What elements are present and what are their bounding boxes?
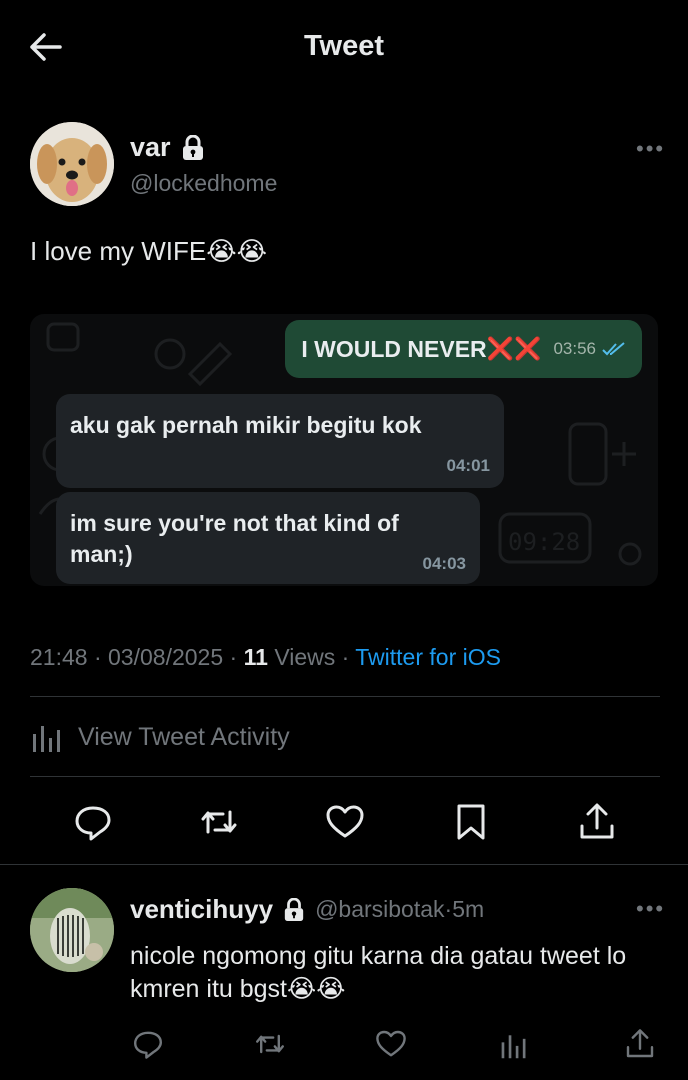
like-icon[interactable] [375, 1028, 407, 1060]
incoming-message-bubble-2: im sure you're not that kind of man;) 04… [56, 492, 480, 584]
reply-icon[interactable] [73, 802, 113, 842]
more-icon[interactable]: ••• [636, 136, 665, 162]
reply-icon[interactable] [132, 1028, 164, 1060]
view-tweet-activity-button[interactable]: View Tweet Activity [30, 722, 290, 752]
tweet-text: I love my WIFE😭😭 [30, 236, 267, 266]
reply-author-avatar[interactable] [30, 888, 114, 972]
tweet-source-link[interactable]: Twitter for iOS [355, 644, 501, 670]
reply-header: venticihuyy @barsibotak · 5m [130, 894, 485, 925]
divider [30, 696, 660, 697]
reply-age: 5m [452, 896, 485, 922]
tweet-media-image[interactable]: 09:28 I WOULD NEVER ❌❌ 03:56 aku gak per… [30, 314, 658, 586]
incoming-message-time-1: 04:01 [446, 456, 490, 475]
share-icon[interactable] [577, 802, 617, 842]
double-check-icon [602, 342, 625, 356]
outgoing-message-bubble: I WOULD NEVER ❌❌ 03:56 [285, 320, 642, 378]
divider [30, 776, 660, 777]
section-divider [0, 864, 688, 865]
views-count: 11 [243, 644, 268, 670]
reply-display-name[interactable]: venticihuyy [130, 894, 273, 925]
tweet-action-bar [0, 800, 688, 844]
cross-marks-emoji: ❌❌ [486, 336, 542, 361]
analytics-icon[interactable] [499, 1030, 529, 1060]
outgoing-message-time: 03:56 [553, 339, 596, 358]
reply-text: nicole ngomong gitu karna dia gatau twee… [130, 942, 627, 1003]
page-title: Tweet [303, 30, 385, 62]
analytics-icon [33, 726, 60, 752]
author-handle: @lockedhome [130, 170, 278, 196]
incoming-message-text-2: im sure you're not that kind of man;) [70, 510, 399, 567]
lock-icon [182, 134, 203, 160]
author-display-name: var [130, 132, 171, 162]
reply-handle: @barsibotak [315, 896, 445, 922]
retweet-icon[interactable] [254, 1028, 286, 1060]
view-tweet-activity-label: View Tweet Activity [78, 722, 290, 751]
reply-action-bar [0, 1026, 688, 1062]
wallpaper-clock-text: 09:28 [508, 528, 580, 556]
author-avatar[interactable] [30, 122, 114, 206]
bookmark-icon[interactable] [451, 802, 491, 842]
incoming-message-time-2: 04:03 [422, 554, 466, 573]
views-label: Views [274, 644, 336, 670]
retweet-icon[interactable] [199, 802, 239, 842]
lock-icon [284, 897, 304, 921]
tweet-date: 03/08/2025 [108, 644, 224, 670]
outgoing-message-text: I WOULD NEVER [301, 335, 487, 362]
more-icon[interactable]: ••• [636, 896, 665, 922]
author-name-row[interactable]: var [130, 132, 205, 163]
incoming-message-bubble-1: aku gak pernah mikir begitu kok 04:01 [56, 394, 504, 488]
share-icon[interactable] [624, 1028, 656, 1060]
tweet-time: 21:48 [30, 644, 88, 670]
tweet-meta: 21:48 · 03/08/2025 · 11 Views · Twitter … [30, 644, 501, 670]
like-icon[interactable] [325, 802, 365, 842]
incoming-message-text-1: aku gak pernah mikir begitu kok [70, 412, 422, 438]
